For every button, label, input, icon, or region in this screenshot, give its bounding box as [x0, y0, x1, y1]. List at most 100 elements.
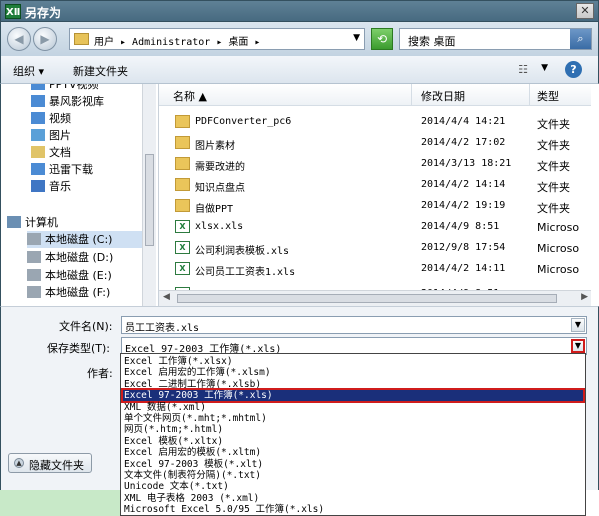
savetype-dropdown-list: Excel 工作簿(*.xlsx) Excel 启用宏的工作簿(*.xlsm) Ex… — [120, 353, 586, 516]
download-icon — [31, 163, 45, 175]
file-row[interactable]: X 公司员工工资表1.xls 2014/4/2 14:11 Microso — [159, 259, 591, 280]
computer-icon — [7, 216, 21, 228]
file-list-header: 名称 ▲ 修改日期 类型 — [159, 84, 591, 106]
sidebar-item[interactable]: 视频 — [31, 110, 151, 127]
file-date: 2012/9/8 17:54 — [421, 242, 506, 253]
folder-icon — [175, 178, 190, 191]
file-name: 需要改进的 — [195, 162, 245, 173]
savetype-option[interactable]: Excel 工作簿(*.xlsx) — [123, 356, 583, 367]
column-date[interactable]: 修改日期 — [421, 88, 465, 104]
savetype-option[interactable]: Excel 二进制工作簿(*.xlsb) — [123, 379, 583, 390]
savetype-option[interactable]: 网页(*.htm;*.html) — [123, 424, 583, 435]
sidebar-item-label: 本地磁盘 (D:) — [45, 251, 114, 264]
savetype-option[interactable]: 文本文件(制表符分隔)(*.txt) — [123, 470, 583, 481]
sidebar-item[interactable]: 本地磁盘 (F:) — [27, 284, 143, 301]
sidebar-item-label: 本地磁盘 (E:) — [45, 269, 112, 282]
search-input[interactable]: 搜索 桌面 — [408, 33, 456, 49]
file-date: 2014/4/2 14:14 — [421, 179, 506, 190]
search-box[interactable]: 搜索 桌面 ⌕ — [399, 28, 592, 50]
filename-field[interactable]: 员工工资表.xls ▼ — [121, 316, 587, 334]
folder-icon — [74, 33, 89, 45]
file-date: 2014/4/2 14:11 — [421, 263, 506, 274]
file-row[interactable]: Xxlsx.xls 2014/4/9 8:51 Microso — [159, 217, 591, 238]
excel-file-icon: X — [175, 241, 190, 254]
sidebar-item-label: PPTV视频 — [49, 84, 99, 91]
sidebar-item[interactable]: 音乐 — [31, 178, 151, 195]
view-dropdown-icon[interactable]: ▼ — [541, 63, 548, 73]
file-date: 2014/4/4 14:21 — [421, 116, 506, 127]
savetype-option[interactable]: Excel 模板(*.xltx) — [123, 436, 583, 447]
breadcrumb[interactable]: 用户 ▸ Administrator ▸ 桌面 ▸ — [94, 33, 260, 48]
excel-file-icon: X — [175, 220, 190, 233]
folder-icon — [175, 136, 190, 149]
column-name[interactable]: 名称 ▲ — [173, 88, 207, 104]
savetype-option[interactable]: XML 电子表格 2003 (*.xml) — [123, 493, 583, 504]
sidebar-item[interactable]: 本地磁盘 (C:) — [27, 231, 143, 248]
savetype-option[interactable]: Unicode 文本(*.txt) — [123, 481, 583, 492]
savetype-option[interactable]: Excel 97-2003 模板(*.xlt) — [123, 459, 583, 470]
chevron-down-icon[interactable]: ▼ — [353, 33, 360, 43]
scrollbar-thumb[interactable] — [145, 154, 154, 246]
help-icon[interactable]: ? — [565, 61, 582, 78]
savetype-option[interactable]: Excel 97-2003 工作簿(*.xls) — [121, 388, 585, 404]
sidebar-item-label: 暴风影视库 — [49, 95, 104, 108]
excel-file-icon: X — [175, 262, 190, 275]
savetype-option[interactable]: 单个文件网页(*.mht;*.mhtml) — [123, 413, 583, 424]
sidebar-item[interactable]: 暴风影视库 — [31, 93, 151, 110]
folder-icon — [175, 199, 190, 212]
sidebar-item[interactable]: 图片 — [31, 127, 151, 144]
filename-input[interactable]: 员工工资表.xls — [125, 319, 199, 334]
horizontal-scrollbar[interactable]: ◀ ▶ — [159, 290, 591, 306]
hide-folders-button[interactable]: ▲ 隐藏文件夹 — [8, 453, 92, 473]
file-row[interactable]: 需要改进的 2014/3/13 18:21 文件夹 — [159, 154, 591, 175]
column-divider[interactable] — [529, 84, 530, 106]
savetype-option[interactable]: XML 数据(*.xml) — [123, 402, 583, 413]
sidebar-item-label: 本地磁盘 (C:) — [45, 233, 113, 246]
file-list: 名称 ▲ 修改日期 类型 PDFConverter_pc6 2014/4/4 14… — [158, 84, 591, 306]
drive-icon — [27, 233, 41, 245]
file-row[interactable]: 图片素材 2014/4/2 17:02 文件夹 — [159, 133, 591, 154]
column-divider[interactable] — [411, 84, 412, 106]
address-bar[interactable]: 用户 ▸ Administrator ▸ 桌面 ▸ ▼ — [69, 28, 365, 50]
back-button[interactable]: ◀ — [7, 27, 31, 51]
savetype-option[interactable]: Excel 启用宏的工作簿(*.xlsm) — [123, 367, 583, 378]
sidebar-item[interactable]: 本地磁盘 (E:) — [27, 267, 143, 284]
file-row[interactable]: 知识点盘点 2014/4/2 14:14 文件夹 — [159, 175, 591, 196]
savetype-option[interactable]: Microsoft Excel 5.0/95 工作簿(*.xls) — [123, 504, 583, 515]
new-folder-button[interactable]: 新建文件夹 — [73, 63, 128, 79]
column-type[interactable]: 类型 — [537, 88, 559, 104]
sidebar-item[interactable]: 文档 — [31, 144, 151, 161]
sidebar-item[interactable]: PPTV视频 — [31, 84, 151, 93]
file-date: 2014/3/13 18:21 — [421, 158, 512, 169]
music-icon — [31, 180, 45, 192]
sidebar-item-label: 音乐 — [49, 180, 71, 193]
sidebar-item[interactable]: 迅雷下载 — [31, 161, 151, 178]
file-row[interactable]: X 公司利润表模板.xls 2012/9/8 17:54 Microso — [159, 238, 591, 259]
chevron-down-icon[interactable]: ▼ — [571, 318, 585, 332]
scrollbar-thumb[interactable] — [177, 294, 557, 303]
command-toolbar: 组织 ▾ 新建文件夹 ☷ ▼ ? — [0, 56, 599, 84]
navigation-scrollbar[interactable] — [142, 84, 156, 306]
file-name: 自做PPT — [195, 204, 234, 215]
refresh-button[interactable]: ⟲ — [371, 28, 393, 50]
sidebar-item-label: 文档 — [49, 146, 71, 159]
file-row[interactable]: 自做PPT 2014/4/2 19:19 文件夹 — [159, 196, 591, 217]
close-button[interactable]: ✕ — [576, 3, 594, 19]
chevron-down-icon[interactable]: ▼ — [571, 339, 585, 353]
scroll-right-icon[interactable]: ▶ — [581, 292, 588, 302]
file-date: 2014/4/9 8:51 — [421, 221, 500, 232]
search-icon[interactable]: ⌕ — [570, 29, 591, 49]
filename-label: 文件名(N): — [59, 320, 113, 333]
file-name: 知识点盘点 — [195, 183, 245, 194]
sidebar-item[interactable]: 计算机 — [7, 214, 127, 231]
organize-button[interactable]: 组织 ▾ — [13, 63, 44, 79]
file-type: 文件夹 — [537, 139, 570, 152]
sidebar-item[interactable]: 本地磁盘 (D:) — [27, 249, 143, 266]
forward-button[interactable]: ▶ — [33, 27, 57, 51]
file-row[interactable]: PDFConverter_pc6 2014/4/4 14:21 文件夹 — [159, 112, 591, 133]
sidebar-item-label: 图片 — [49, 129, 71, 142]
sidebar-item-label: 视频 — [49, 112, 71, 125]
savetype-option[interactable]: Excel 启用宏的模板(*.xltm) — [123, 447, 583, 458]
view-options-icon[interactable]: ☷ — [518, 63, 528, 76]
scroll-left-icon[interactable]: ◀ — [163, 292, 170, 302]
